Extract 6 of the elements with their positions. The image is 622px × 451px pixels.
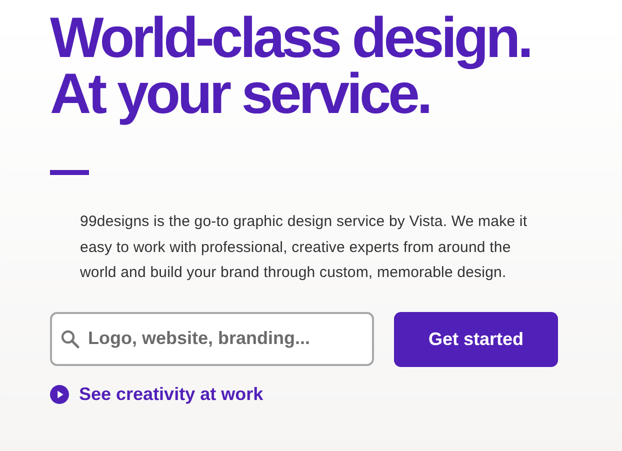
get-started-button[interactable]: Get started: [394, 312, 558, 366]
search-icon: [60, 328, 80, 348]
search-field[interactable]: Logo, website, branding...: [50, 312, 374, 366]
description: 99designs is the go-to graphic design service by Vista. We make it easy to work with professional, creative experts from around the world and build your brand through custom, memorable design.: [80, 212, 528, 283]
video-link[interactable]: See creativity at work: [50, 384, 264, 404]
play-icon: [50, 384, 69, 404]
